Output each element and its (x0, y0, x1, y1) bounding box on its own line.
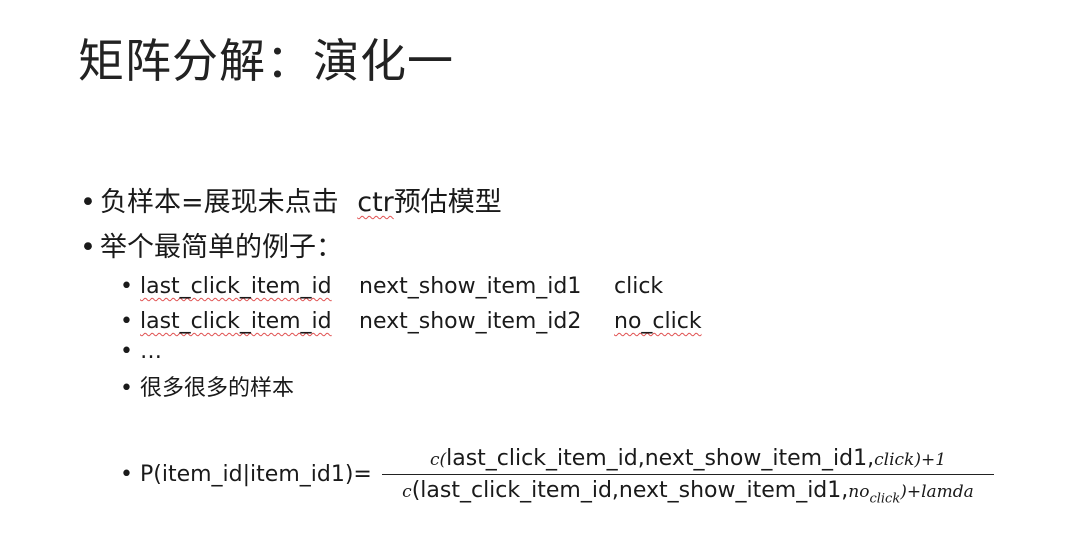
formula-denominator: c(last_click_item_id,next_show_item_id1,… (402, 478, 974, 507)
denominator-args: (last_click_item_id,next_show_item_id1, (411, 478, 849, 503)
ellipsis-item: •… (120, 337, 162, 367)
formula-lhs: • P(item_id|item_id1)= (120, 460, 372, 490)
many-samples-text: 很多很多的样本 (140, 376, 295, 401)
bullet-marker: • (120, 376, 133, 401)
bullet-marker: • (120, 462, 133, 487)
ctr-term: ctr (357, 187, 394, 218)
cell-label: click (614, 274, 664, 299)
count-symbol: c (402, 482, 412, 502)
slide: 矩阵分解：演化一 • 负样本=展现未点击 ctr预估模型 • 举个最简单的例子： •… (0, 0, 1080, 534)
numerator-args: last_click_item_id,next_show_item_id1, (446, 446, 875, 471)
slide-title: 矩阵分解：演化一 (78, 34, 454, 88)
bullet-marker: • (120, 339, 133, 364)
sample-row-1: • last_click_item_id next_show_item_id1 cli… (120, 272, 663, 302)
many-samples-item: • 很多很多的样本 (120, 374, 294, 404)
no-click-subscript: click (869, 491, 901, 507)
bullet-negative-samples: • 负样本=展现未点击 ctr预估模型 (80, 186, 502, 220)
ellipsis-text: … (140, 339, 162, 364)
cell-last-click: last_click_item_id (140, 309, 332, 334)
bullet-simplest-example: • 举个最简单的例子： (80, 231, 343, 265)
bullet-marker: • (80, 232, 96, 263)
bullet-text: 举个最简单的例子： (100, 232, 343, 263)
bullet-text-rest: 预估模型 (393, 187, 502, 218)
bullet-marker: • (80, 187, 96, 218)
bullet-marker: • (120, 309, 133, 334)
sample-row-2: • last_click_item_id next_show_item_id2 no_… (120, 307, 702, 337)
bullet-text: 负样本=展现未点击 (100, 187, 339, 218)
cell-next-show: next_show_item_id1 (359, 274, 582, 299)
click-label: click (874, 450, 915, 470)
bullet-marker: • (120, 274, 133, 299)
fraction-bar (382, 474, 994, 475)
cell-last-click: last_click_item_id (140, 274, 332, 299)
formula-numerator: c(last_click_item_id,next_show_item_id1,… (429, 446, 947, 471)
formula-lhs-text: P(item_id|item_id1)= (140, 462, 372, 487)
cell-label: no_click (614, 309, 702, 334)
no-click-label: no (848, 482, 870, 502)
cell-next-show: next_show_item_id2 (359, 309, 582, 334)
